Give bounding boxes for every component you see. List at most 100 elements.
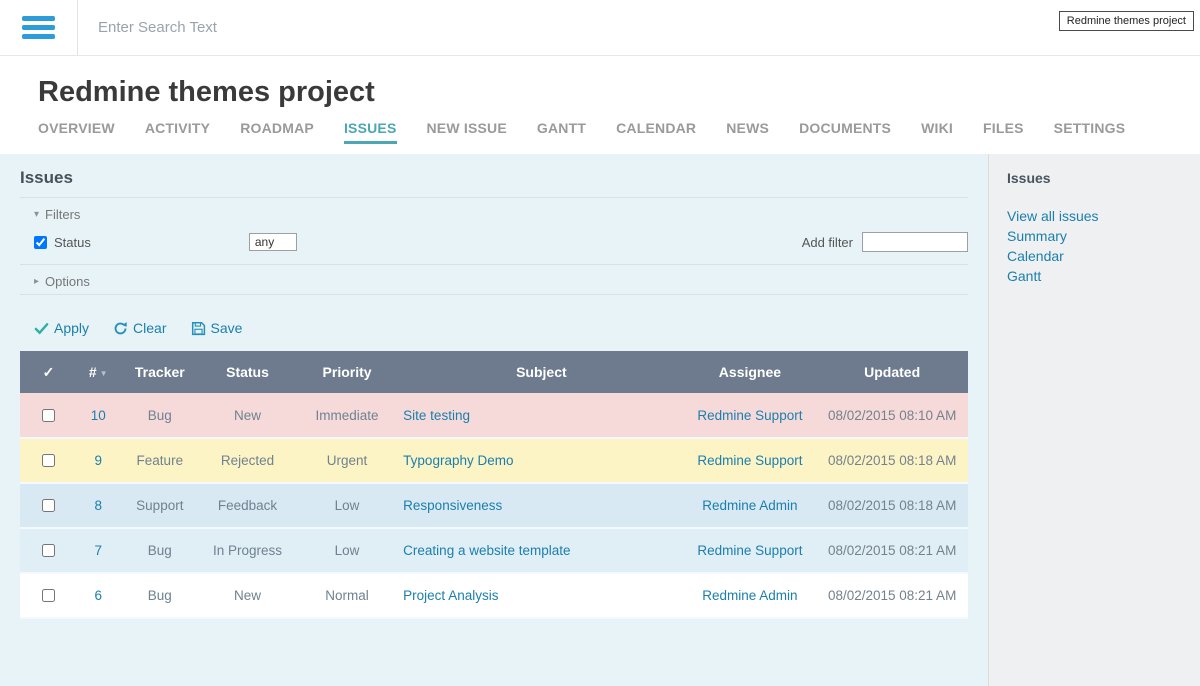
column-header-tracker[interactable]: Tracker: [120, 351, 201, 393]
row-select-checkbox[interactable]: [42, 544, 55, 557]
select-all-header[interactable]: ✓: [20, 351, 77, 393]
issue-assignee-link[interactable]: Redmine Admin: [702, 588, 797, 603]
options-toggle[interactable]: ▸ Options: [20, 265, 968, 294]
nav-tab-activity[interactable]: ACTIVITY: [145, 120, 210, 144]
issue-row: 9 Feature Rejected Urgent Typography Dem…: [20, 438, 968, 483]
issue-updated: 08/02/2015 08:21 AM: [816, 573, 968, 618]
issue-tracker: Bug: [120, 528, 201, 573]
issue-subject-link[interactable]: Creating a website template: [403, 543, 570, 558]
triangle-down-icon: ▾: [34, 209, 39, 220]
triangle-right-icon: ▸: [34, 276, 39, 287]
topbar: Redmine themes project: [0, 0, 1200, 56]
status-filter-label: Status: [54, 235, 91, 250]
nav-tab-settings[interactable]: SETTINGS: [1054, 120, 1126, 144]
issue-priority: Low: [295, 483, 399, 528]
issue-id-link[interactable]: 6: [94, 588, 102, 603]
sort-desc-icon: ▼: [100, 369, 108, 378]
sidebar-link-gantt[interactable]: Gantt: [1007, 266, 1186, 286]
page-title: Issues: [20, 168, 968, 188]
issue-subject-link[interactable]: Responsiveness: [403, 498, 502, 513]
issue-status: New: [200, 393, 295, 438]
issue-tracker: Bug: [120, 573, 201, 618]
sidebar-link-view-all-issues[interactable]: View all issues: [1007, 206, 1186, 226]
nav-tab-new-issue[interactable]: NEW ISSUE: [427, 120, 507, 144]
issue-subject-link[interactable]: Site testing: [403, 408, 470, 423]
issue-assignee-link[interactable]: Redmine Support: [697, 543, 802, 558]
issue-assignee-link[interactable]: Redmine Support: [697, 408, 802, 423]
apply-label: Apply: [54, 320, 89, 336]
issue-updated: 08/02/2015 08:18 AM: [816, 438, 968, 483]
column-header-id[interactable]: #▼: [77, 351, 120, 393]
issue-tracker: Support: [120, 483, 201, 528]
filters-label: Filters: [45, 207, 80, 222]
row-select-checkbox[interactable]: [42, 499, 55, 512]
sidebar-title: Issues: [1007, 170, 1186, 186]
sidebar-link-calendar[interactable]: Calendar: [1007, 246, 1186, 266]
project-header: Redmine themes project OVERVIEW ACTIVITY…: [0, 56, 1200, 154]
content-row: Issues ▾ Filters Status any Add filter ▸…: [0, 154, 1200, 686]
issue-subject-link[interactable]: Project Analysis: [403, 588, 498, 603]
column-header-priority[interactable]: Priority: [295, 351, 399, 393]
row-select-checkbox[interactable]: [42, 409, 55, 422]
hamburger-menu-icon[interactable]: [0, 0, 78, 55]
project-jump-box[interactable]: Redmine themes project: [1059, 11, 1194, 31]
issue-priority: Urgent: [295, 438, 399, 483]
issue-id-link[interactable]: 10: [91, 408, 106, 423]
save-button[interactable]: Save: [191, 320, 243, 336]
issue-subject-link[interactable]: Typography Demo: [403, 453, 513, 468]
status-filter-checkbox[interactable]: [34, 236, 47, 249]
issue-id-link[interactable]: 7: [94, 543, 102, 558]
issue-status: Rejected: [200, 438, 295, 483]
issue-priority: Low: [295, 528, 399, 573]
column-header-subject[interactable]: Subject: [399, 351, 683, 393]
status-filter-row: Status any Add filter: [20, 227, 968, 264]
column-header-assignee[interactable]: Assignee: [684, 351, 817, 393]
nav-tab-files[interactable]: FILES: [983, 120, 1024, 144]
project-nav: OVERVIEW ACTIVITY ROADMAP ISSUES NEW ISS…: [38, 120, 1162, 154]
add-filter-group: Add filter: [802, 232, 968, 252]
apply-button[interactable]: Apply: [34, 320, 89, 336]
issue-row: 6 Bug New Normal Project Analysis Redmin…: [20, 573, 968, 618]
row-select-checkbox[interactable]: [42, 454, 55, 467]
project-title: Redmine themes project: [38, 76, 1162, 108]
issue-status: In Progress: [200, 528, 295, 573]
column-header-id-label: #: [89, 364, 97, 380]
row-select-checkbox[interactable]: [42, 589, 55, 602]
nav-tab-calendar[interactable]: CALENDAR: [616, 120, 696, 144]
clear-label: Clear: [133, 320, 166, 336]
nav-tab-overview[interactable]: OVERVIEW: [38, 120, 115, 144]
refresh-icon: [113, 321, 128, 336]
hamburger-bar: [22, 16, 55, 21]
issue-updated: 08/02/2015 08:18 AM: [816, 483, 968, 528]
nav-tab-wiki[interactable]: WIKI: [921, 120, 953, 144]
issues-main-panel: Issues ▾ Filters Status any Add filter ▸…: [0, 154, 988, 686]
issue-tracker: Feature: [120, 438, 201, 483]
nav-tab-news[interactable]: NEWS: [726, 120, 769, 144]
issue-assignee-link[interactable]: Redmine Support: [697, 453, 802, 468]
issue-id-link[interactable]: 8: [94, 498, 102, 513]
nav-tab-gantt[interactable]: GANTT: [537, 120, 586, 144]
column-header-status[interactable]: Status: [200, 351, 295, 393]
issues-table: ✓ #▼ Tracker Status Priority Subject Ass…: [20, 351, 968, 619]
hamburger-bar: [22, 34, 55, 39]
status-operator-select[interactable]: any: [249, 233, 297, 251]
issue-updated: 08/02/2015 08:10 AM: [816, 393, 968, 438]
issue-assignee-link[interactable]: Redmine Admin: [702, 498, 797, 513]
divider: [20, 294, 968, 295]
check-icon: [34, 321, 49, 336]
search-input[interactable]: [96, 18, 516, 37]
table-header-row: ✓ #▼ Tracker Status Priority Subject Ass…: [20, 351, 968, 393]
issue-id-link[interactable]: 9: [94, 453, 102, 468]
issue-updated: 08/02/2015 08:21 AM: [816, 528, 968, 573]
nav-tab-documents[interactable]: DOCUMENTS: [799, 120, 891, 144]
issue-status: New: [200, 573, 295, 618]
add-filter-select[interactable]: [862, 232, 968, 252]
clear-button[interactable]: Clear: [113, 320, 166, 336]
nav-tab-issues[interactable]: ISSUES: [344, 120, 397, 144]
add-filter-label: Add filter: [802, 235, 853, 250]
filters-toggle[interactable]: ▾ Filters: [20, 198, 968, 227]
column-header-updated[interactable]: Updated: [816, 351, 968, 393]
sidebar-link-summary[interactable]: Summary: [1007, 226, 1186, 246]
check-icon: ✓: [43, 364, 55, 380]
nav-tab-roadmap[interactable]: ROADMAP: [240, 120, 314, 144]
